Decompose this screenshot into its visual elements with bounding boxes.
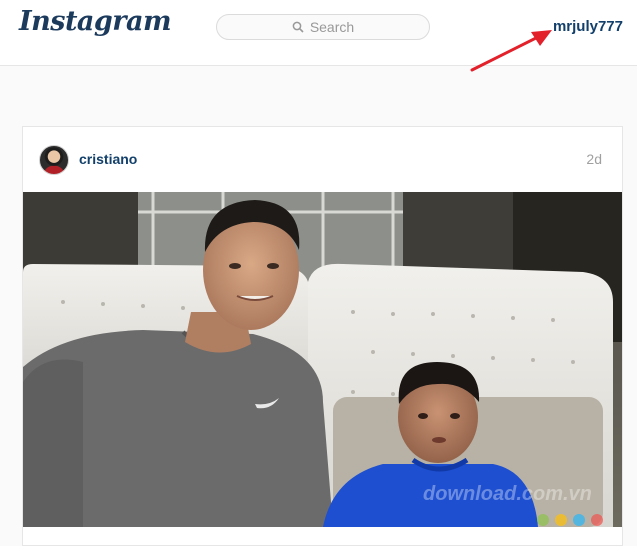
post-photo[interactable]: download.com.vn <box>23 192 622 527</box>
search-icon <box>292 21 304 33</box>
post-header: cristiano 2d <box>23 127 622 192</box>
instagram-logo[interactable]: Instagram <box>19 6 172 37</box>
profile-username-link[interactable]: mrjuly777 <box>553 18 623 35</box>
post-timestamp[interactable]: 2d <box>586 151 602 167</box>
watermark-text: download.com.vn <box>423 483 592 505</box>
search-placeholder: Search <box>309 19 355 35</box>
search-input[interactable]: Search <box>216 14 430 40</box>
post-author-link[interactable]: cristiano <box>79 151 137 167</box>
annotation-arrow <box>470 30 552 72</box>
post-card: cristiano 2d download.com.vn <box>22 126 623 546</box>
author-avatar[interactable] <box>39 145 69 175</box>
